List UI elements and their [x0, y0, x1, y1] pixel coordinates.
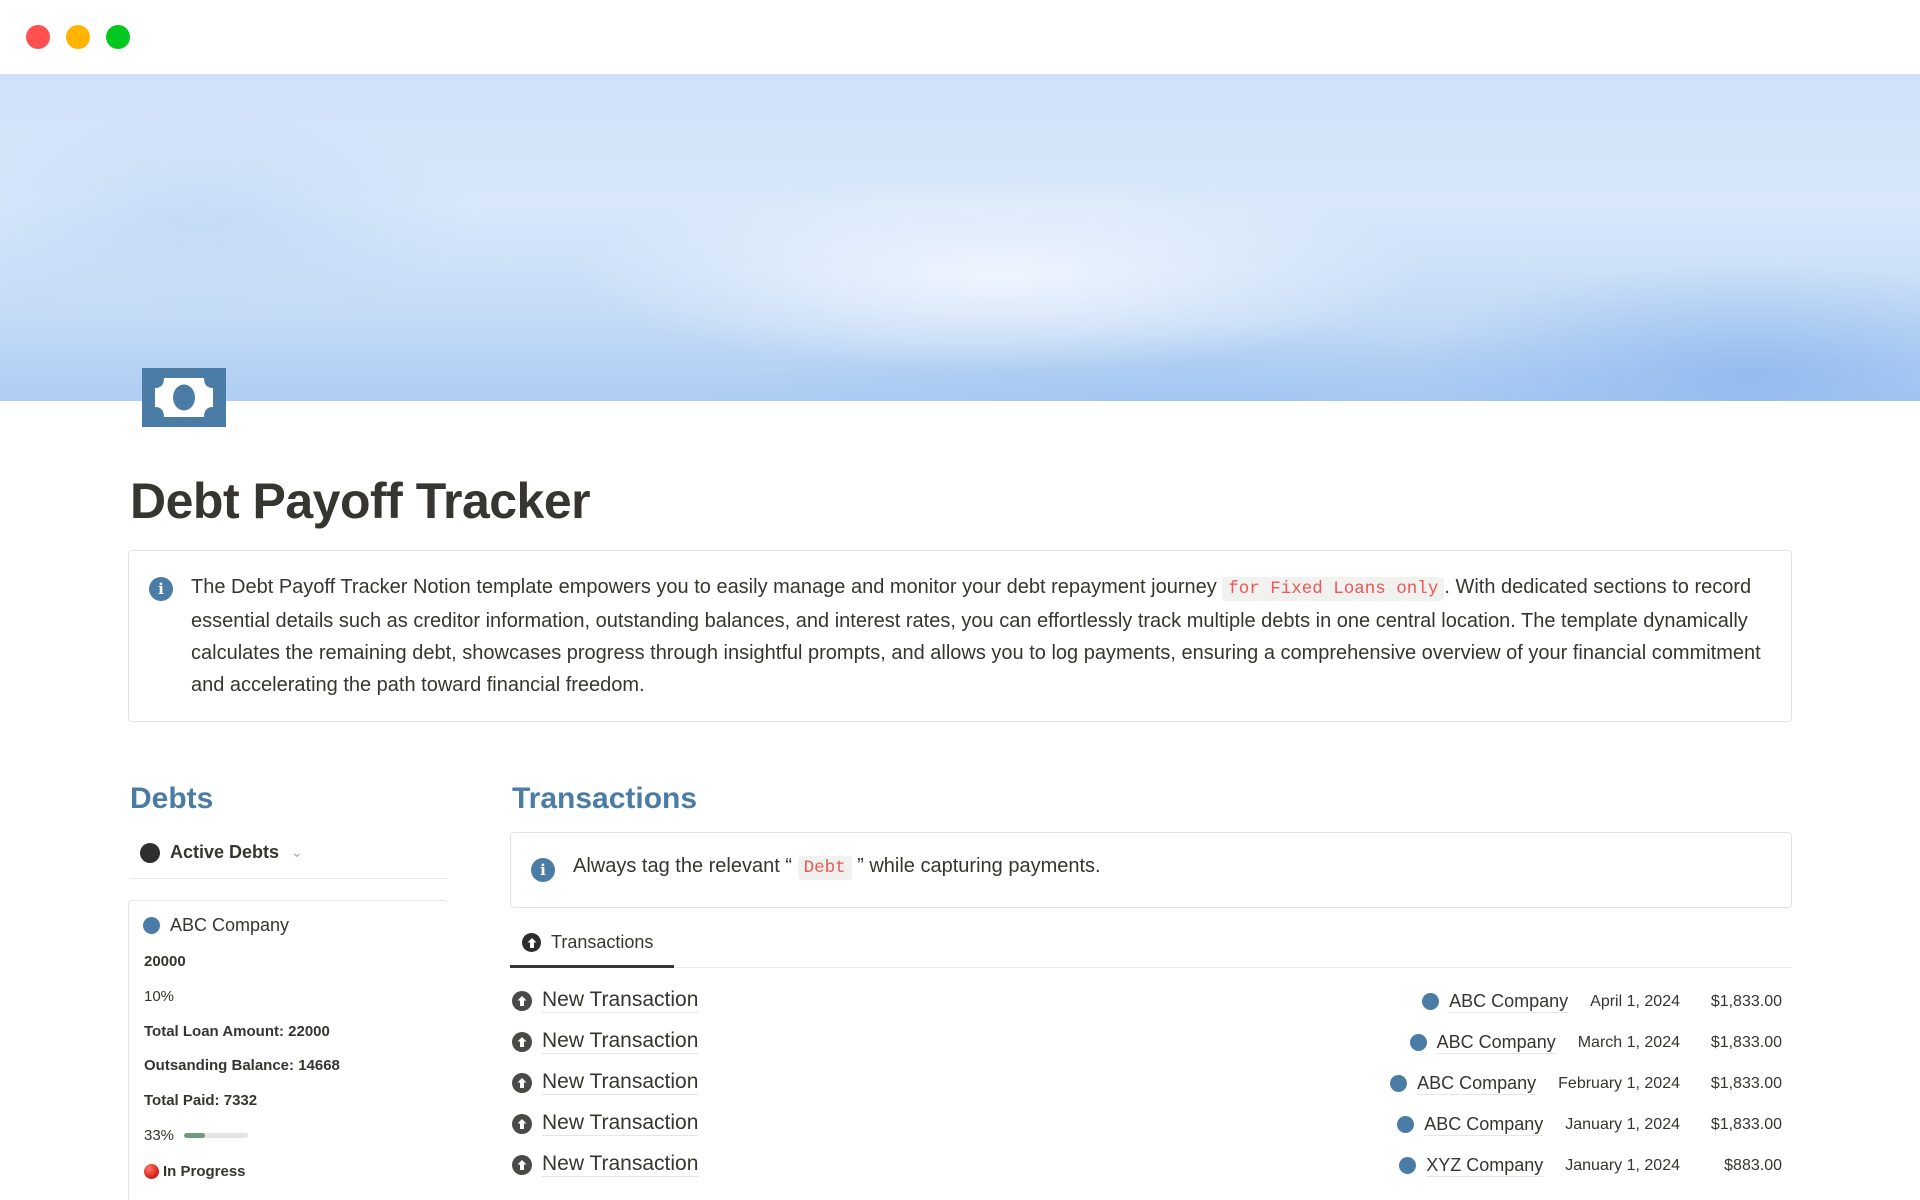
window-titlebar: [0, 0, 1920, 74]
transaction-debt-relation[interactable]: ABC Company: [1397, 1113, 1544, 1136]
transaction-properties: ABC Company April 1, 2024 $1,833.00: [1422, 990, 1782, 1013]
transaction-properties: ABC Company February 1, 2024 $1,833.00: [1390, 1072, 1782, 1095]
company-link[interactable]: ABC Company: [1417, 1072, 1537, 1095]
transaction-amount: $1,833.00: [1710, 992, 1782, 1010]
banknote-icon[interactable]: [142, 368, 226, 427]
debt-status: In Progress: [144, 1163, 246, 1180]
debt-icon: [143, 917, 160, 934]
minimize-window-button[interactable]: [66, 25, 90, 49]
view-icon: [140, 842, 160, 863]
intro-text-start: The Debt Payoff Tracker Notion template …: [191, 576, 1223, 598]
debt-icon: [1397, 1116, 1415, 1133]
intro-callout: i The Debt Payoff Tracker Notion templat…: [128, 550, 1792, 722]
transaction-properties: XYZ Company January 1, 2024 $883.00: [1399, 1154, 1782, 1177]
transaction-properties: ABC Company January 1, 2024 $1,833.00: [1397, 1113, 1782, 1136]
transaction-title[interactable]: New Transaction: [542, 1029, 699, 1054]
company-link[interactable]: ABC Company: [1436, 1031, 1556, 1054]
debt-interest-rate: 10%: [144, 988, 175, 1005]
view-label: Active Debts: [170, 842, 280, 862]
transaction-row[interactable]: New Transaction ABC Company January 1, 202…: [512, 1103, 1782, 1144]
close-window-button[interactable]: [26, 25, 50, 49]
status-label: In Progress: [163, 1163, 246, 1180]
transaction-title[interactable]: New Transaction: [542, 988, 699, 1013]
tip-text-start: Always tag the relevant “: [573, 855, 798, 877]
chevron-down-icon: ⌄: [291, 844, 303, 860]
arrow-up-circle-icon: [512, 1031, 532, 1052]
transaction-title[interactable]: New Transaction: [542, 1111, 699, 1136]
company-link[interactable]: ABC Company: [1449, 990, 1569, 1013]
red-circle-icon: [144, 1164, 159, 1179]
company-link[interactable]: XYZ Company: [1426, 1154, 1544, 1177]
tip-inline-code: Debt: [797, 856, 852, 880]
transaction-date: January 1, 2024: [1565, 1115, 1680, 1133]
tip-text: Always tag the relevant “ Debt ” while c…: [573, 855, 1101, 880]
transaction-row[interactable]: New Transaction ABC Company March 1, 2024 $…: [512, 1021, 1782, 1062]
tab-label: Transactions: [551, 932, 654, 952]
arrow-up-circle-icon: [512, 990, 532, 1011]
debt-icon: [1409, 1034, 1427, 1051]
debt-outstanding-balance: Outsanding Balance: 14668: [144, 1057, 340, 1074]
transaction-debt-relation[interactable]: ABC Company: [1422, 990, 1569, 1013]
transaction-date: March 1, 2024: [1577, 1033, 1680, 1051]
progress-bar-fill: [184, 1133, 206, 1138]
debt-card[interactable]: ABC Company 20000 10% Total Loan Amount:…: [128, 900, 448, 1200]
transaction-title[interactable]: New Transaction: [542, 1152, 699, 1177]
transactions-heading: Transactions: [512, 782, 698, 815]
transaction-name[interactable]: New Transaction: [512, 1070, 699, 1095]
transaction-name[interactable]: New Transaction: [512, 1152, 699, 1177]
transaction-name[interactable]: New Transaction: [512, 1111, 699, 1136]
progress-bar: [184, 1133, 249, 1138]
transaction-debt-relation[interactable]: ABC Company: [1390, 1072, 1537, 1095]
transaction-amount: $1,833.00: [1710, 1115, 1782, 1133]
debt-icon: [1390, 1075, 1408, 1092]
active-debts-view-selector[interactable]: Active Debts ⌄: [140, 842, 303, 863]
debt-principal: 20000: [144, 953, 186, 970]
transaction-row[interactable]: New Transaction ABC Company April 1, 2024 $…: [512, 980, 1782, 1021]
page-cover-image: [0, 74, 1920, 401]
transaction-row[interactable]: New Transaction ABC Company February 1, 20…: [512, 1062, 1782, 1103]
debt-icon: [1422, 993, 1440, 1010]
company-link[interactable]: ABC Company: [1424, 1113, 1544, 1136]
transaction-properties: ABC Company March 1, 2024 $1,833.00: [1409, 1031, 1782, 1054]
transaction-date: January 1, 2024: [1565, 1156, 1680, 1174]
debt-total-loan: Total Loan Amount: 22000: [144, 1023, 330, 1040]
transactions-view-tabs: Transactions: [510, 920, 1792, 968]
debt-progress: 33%: [144, 1127, 249, 1144]
transaction-debt-relation[interactable]: XYZ Company: [1399, 1154, 1544, 1177]
maximize-window-button[interactable]: [106, 25, 130, 49]
arrow-up-circle-icon: [512, 1113, 532, 1134]
debts-heading: Debts: [130, 782, 214, 815]
transaction-date: April 1, 2024: [1590, 992, 1680, 1010]
tab-transactions[interactable]: Transactions: [510, 920, 674, 968]
transaction-amount: $1,833.00: [1710, 1074, 1782, 1092]
transaction-amount: $883.00: [1724, 1156, 1782, 1174]
info-icon: i: [531, 858, 555, 882]
transaction-row[interactable]: New Transaction XYZ Company January 1, 202…: [512, 1144, 1782, 1185]
info-icon: i: [149, 577, 173, 601]
transaction-amount: $1,833.00: [1710, 1033, 1782, 1051]
transaction-date: February 1, 2024: [1558, 1074, 1680, 1092]
intro-text: The Debt Payoff Tracker Notion template …: [191, 571, 1761, 701]
page-title[interactable]: Debt Payoff Tracker: [130, 472, 591, 530]
debt-total-paid: Total Paid: 7332: [144, 1092, 258, 1109]
transactions-tip-callout: i Always tag the relevant “ Debt ” while…: [510, 832, 1792, 908]
divider: [130, 878, 448, 879]
intro-inline-code: for Fixed Loans only: [1222, 577, 1445, 601]
tip-text-end: ” while capturing payments.: [851, 855, 1101, 877]
transaction-title[interactable]: New Transaction: [542, 1070, 699, 1095]
transaction-name[interactable]: New Transaction: [512, 988, 699, 1013]
transaction-debt-relation[interactable]: ABC Company: [1409, 1031, 1556, 1054]
debt-name: ABC Company: [170, 915, 290, 935]
arrow-up-circle-icon: [512, 1154, 532, 1175]
arrow-up-circle-icon: [512, 1072, 532, 1093]
debt-card-title: ABC Company: [143, 915, 289, 936]
arrow-up-circle-icon: [522, 933, 541, 952]
progress-label: 33%: [144, 1127, 175, 1144]
debt-icon: [1399, 1157, 1417, 1174]
transaction-name[interactable]: New Transaction: [512, 1029, 699, 1054]
